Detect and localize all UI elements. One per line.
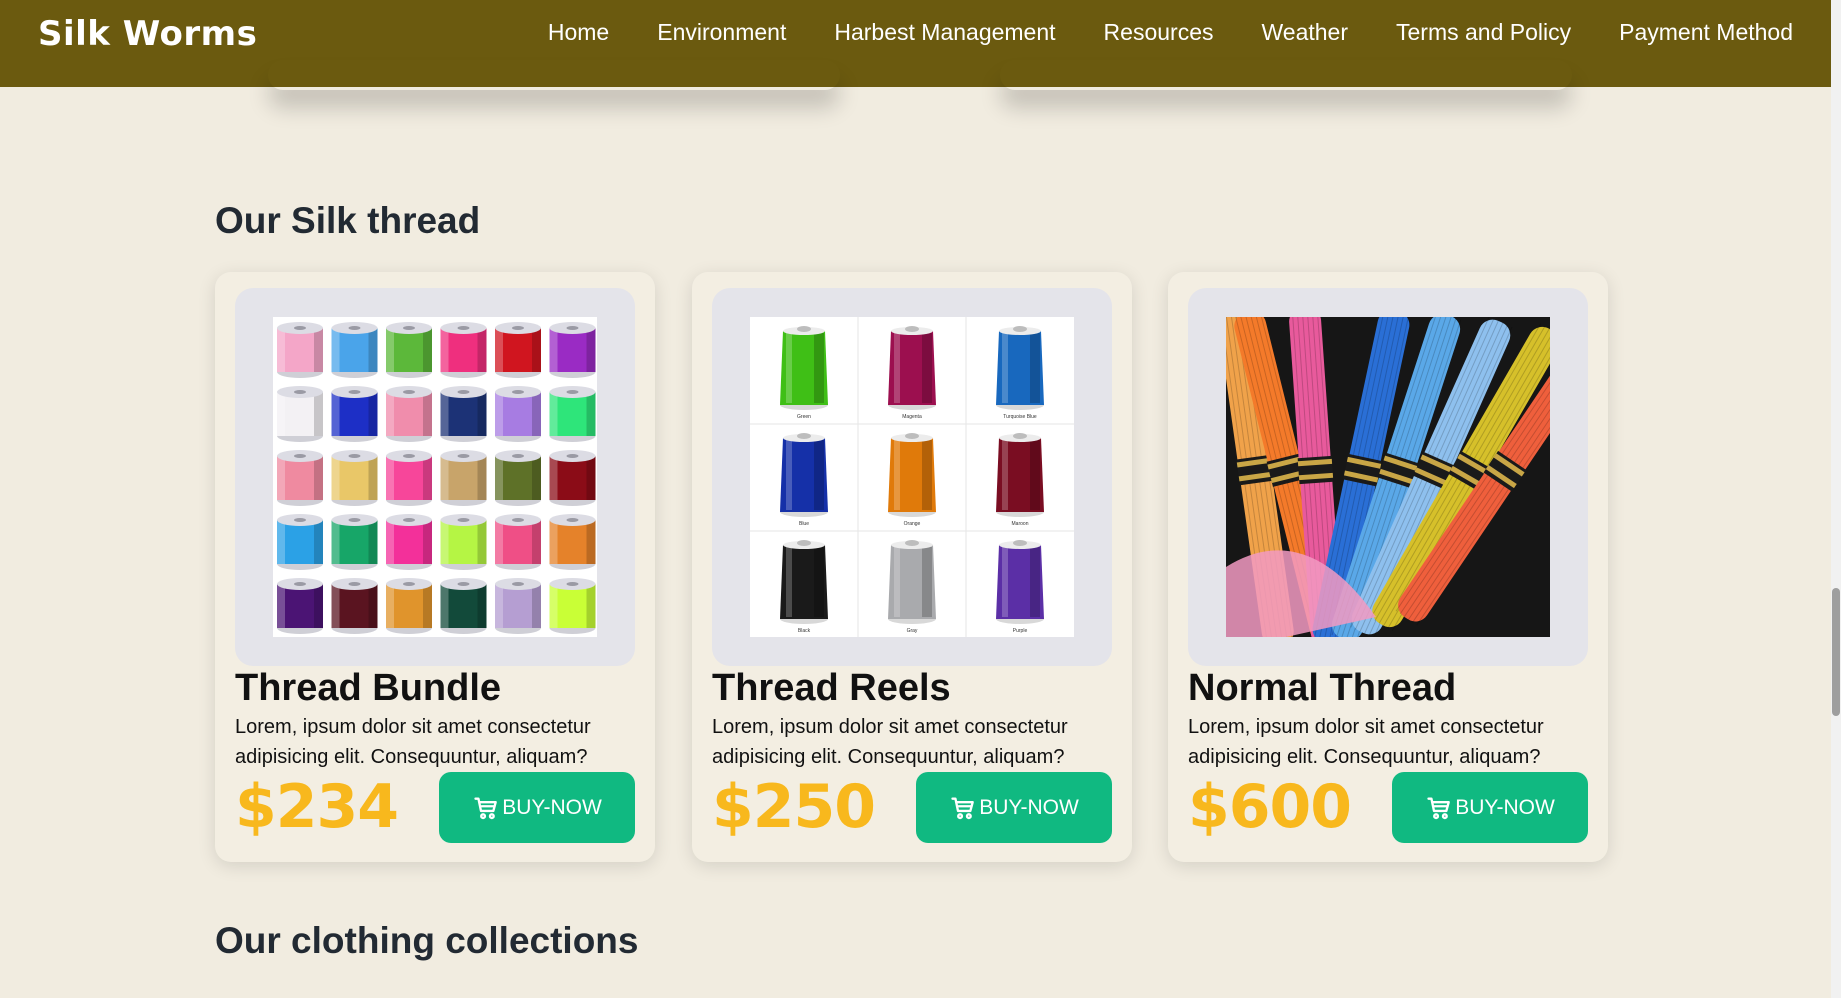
- svg-text:Maroon: Maroon: [1012, 521, 1029, 527]
- thread-reels-image: Green Magenta Turquoise Blue Blue Orange Maro…: [750, 317, 1074, 637]
- nav-link-harbest-management[interactable]: Harbest Management: [834, 19, 1055, 46]
- product-name: Normal Thread: [1188, 667, 1457, 709]
- cart-icon: [951, 797, 975, 819]
- product-card-normal-thread: Normal Thread Lorem, ipsum dolor sit ame…: [1168, 272, 1608, 862]
- nav-link-environment[interactable]: Environment: [657, 19, 786, 46]
- product-price: $250: [712, 772, 876, 842]
- nav-link-weather[interactable]: Weather: [1261, 19, 1348, 46]
- svg-text:Gray: Gray: [907, 628, 918, 634]
- buy-now-button[interactable]: BUY-NOW: [916, 772, 1112, 843]
- previous-card-shadow: [1000, 60, 1572, 90]
- buy-now-label: BUY-NOW: [979, 795, 1079, 819]
- buy-now-button[interactable]: BUY-NOW: [1392, 772, 1588, 843]
- product-name: Thread Bundle: [235, 667, 502, 709]
- product-price: $600: [1188, 772, 1352, 842]
- svg-text:Turquoise Blue: Turquoise Blue: [1003, 414, 1037, 420]
- svg-text:Black: Black: [798, 628, 811, 634]
- thread-bundle-image: [273, 317, 597, 637]
- product-description: Lorem, ipsum dolor sit amet consectetur …: [235, 716, 591, 768]
- product-image-frame: [1188, 288, 1588, 666]
- product-image-frame: [235, 288, 635, 666]
- nav-link-payment-method[interactable]: Payment Method: [1619, 19, 1793, 46]
- previous-card-shadow: [268, 60, 840, 90]
- product-image-frame: Green Magenta Turquoise Blue Blue Orange Maro…: [712, 288, 1112, 666]
- nav-link-resources[interactable]: Resources: [1104, 19, 1214, 46]
- nav-links: Home Environment Harbest Management Reso…: [548, 19, 1793, 46]
- buy-now-button[interactable]: BUY-NOW: [439, 772, 635, 843]
- product-price: $234: [235, 772, 399, 842]
- svg-text:Magenta: Magenta: [902, 414, 922, 420]
- nav-link-home[interactable]: Home: [548, 19, 609, 46]
- buy-now-label: BUY-NOW: [1455, 795, 1555, 819]
- buy-now-label: BUY-NOW: [502, 795, 602, 819]
- product-card-thread-bundle: Thread Bundle Lorem, ipsum dolor sit ame…: [215, 272, 655, 862]
- product-name: Thread Reels: [712, 667, 951, 709]
- svg-text:Orange: Orange: [904, 521, 921, 527]
- nav-link-terms-and-policy[interactable]: Terms and Policy: [1396, 19, 1571, 46]
- product-card-thread-reels: Green Magenta Turquoise Blue Blue Orange Maro…: [692, 272, 1132, 862]
- normal-thread-image: [1226, 317, 1550, 637]
- svg-text:Green: Green: [797, 414, 811, 420]
- cart-icon: [1427, 797, 1451, 819]
- svg-text:Purple: Purple: [1013, 628, 1028, 634]
- brand-logo[interactable]: Silk Worms: [38, 14, 257, 54]
- svg-text:Blue: Blue: [799, 521, 809, 527]
- product-description: Lorem, ipsum dolor sit amet consectetur …: [712, 716, 1068, 768]
- page-scrollbar[interactable]: [1831, 0, 1841, 998]
- product-description: Lorem, ipsum dolor sit amet consectetur …: [1188, 716, 1544, 768]
- scrollbar-thumb[interactable]: [1832, 588, 1840, 716]
- clothing-collections-heading: Our clothing collections: [215, 920, 639, 961]
- silk-thread-heading: Our Silk thread: [215, 200, 481, 241]
- cart-icon: [474, 797, 498, 819]
